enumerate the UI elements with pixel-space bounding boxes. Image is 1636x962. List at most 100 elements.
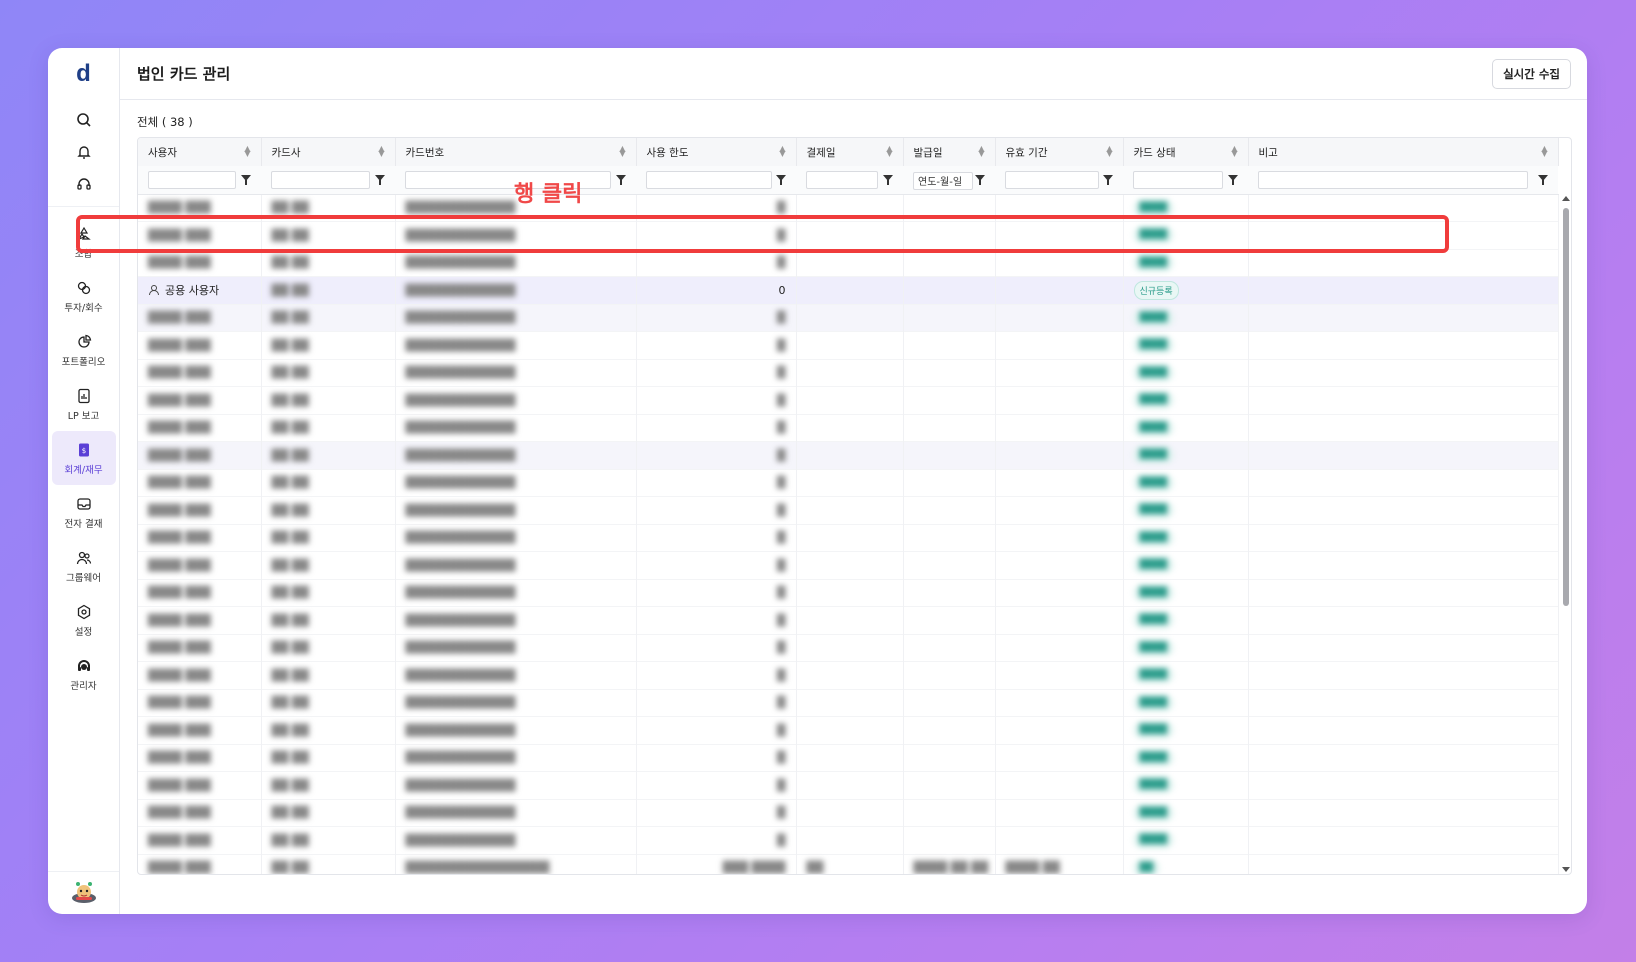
col-header-limit[interactable]: 사용 한도 ▲ ▼ (636, 138, 797, 166)
col-header-issue-date[interactable]: 발급일 ▲ ▼ (903, 138, 996, 166)
search-icon[interactable] (74, 110, 94, 130)
table-row-selected[interactable]: 공용 사용자 ██ ██ █████████████ 0 신규등록 (138, 276, 1559, 304)
table-row[interactable]: ████ ███ ██ ██ █████████████ █ ████ (138, 386, 1559, 414)
sidebar-item-approval[interactable]: 전자 결재 (52, 485, 116, 539)
realtime-collect-button[interactable]: 실시간 수집 (1492, 58, 1571, 89)
sort-icon[interactable]: ▲ ▼ (1541, 145, 1547, 158)
table-row[interactable]: ████ ███ ██ ██ █████████████ █ ████ (138, 304, 1559, 332)
sort-icon[interactable]: ▲ ▼ (978, 145, 984, 158)
col-header-note[interactable]: 비고 ▲ ▼ (1248, 138, 1559, 166)
sort-icon[interactable]: ▲ ▼ (1231, 145, 1237, 158)
filter-icon[interactable] (241, 175, 251, 185)
table-row[interactable]: ████ ███ ██ ██ █████████████ █ ████ (138, 249, 1559, 277)
sort-icon[interactable]: ▲ ▼ (1106, 145, 1112, 158)
filter-input-payment-day[interactable] (806, 170, 878, 189)
filter-date-input[interactable]: 연도-월-일 (913, 171, 973, 190)
sort-icon[interactable]: ▲ ▼ (779, 145, 785, 158)
sidebar-item-fund[interactable]: 조합 (52, 215, 116, 269)
filter-icon[interactable] (1103, 175, 1113, 185)
table-row[interactable]: ████ ███ ██ ██ █████████████ █ ████ (138, 469, 1559, 497)
table-row[interactable]: ████ ███ ██ ██ █████████████ █ ████ (138, 441, 1559, 469)
filter-icon[interactable] (375, 175, 385, 185)
page-title: 법인 카드 관리 (137, 65, 231, 83)
avatar[interactable] (70, 880, 98, 908)
table-row[interactable]: ████ ███ ██ ██ █████████████ █ ████ (138, 771, 1559, 799)
sidebar-item-label: 투자/회수 (64, 302, 103, 314)
headset-icon[interactable] (74, 174, 94, 194)
sort-icon[interactable]: ▲ ▼ (244, 145, 250, 158)
col-header-label: 유효 기간 (1005, 146, 1048, 159)
page-header: 법인 카드 관리 실시간 수집 (120, 48, 1587, 100)
sidebar-item-settings[interactable]: 설정 (52, 593, 116, 647)
divider (48, 871, 119, 872)
col-header-user[interactable]: 사용자 ▲ ▼ (138, 138, 262, 166)
filter-input-note[interactable] (1258, 170, 1528, 189)
table-row[interactable]: ████ ███ ██ ██ █████████████ █ ████ (138, 414, 1559, 442)
scroll-up-arrow[interactable] (1562, 196, 1570, 201)
date-placeholder: 연도-월-일 (918, 177, 963, 188)
table-row[interactable]: ████ ███ ██ ██ █████████████ █ ████ (138, 524, 1559, 552)
sidebar-item-admin[interactable]: 관리자 (52, 647, 116, 701)
col-header-label: 카드사 (271, 146, 301, 159)
coins-icon (75, 279, 93, 297)
sidebar-item-groupware[interactable]: 그룹웨어 (52, 539, 116, 593)
table-row[interactable]: ████ ███ ██ ██ █████████████ █ ████ (138, 221, 1559, 249)
table-body: ████ ███ ██ ██ █████████████ █ ████ ████ ███… (138, 194, 1559, 874)
table-row[interactable]: ████ ███ ██ ██ █████████████ █ ████ (138, 194, 1559, 222)
inbox-icon (75, 495, 93, 513)
users-icon (75, 549, 93, 567)
col-header-payment-day[interactable]: 결제일 ▲ ▼ (796, 138, 904, 166)
filter-input-validity[interactable] (1005, 170, 1099, 189)
scroll-down-arrow[interactable] (1562, 867, 1570, 872)
svg-text:$: $ (81, 447, 85, 455)
col-header-label: 결제일 (806, 146, 836, 159)
report-icon (75, 387, 93, 405)
col-header-card-company[interactable]: 카드사 ▲ ▼ (261, 138, 396, 166)
table-row[interactable]: ████ ███ ██ ██ █████████████ █ ████ (138, 551, 1559, 579)
filter-input-card-company[interactable] (271, 170, 370, 189)
sort-icon[interactable]: ▲ ▼ (619, 145, 625, 158)
filter-input-card-status[interactable] (1133, 170, 1223, 189)
filter-icon[interactable] (776, 175, 786, 185)
sort-icon[interactable]: ▲ ▼ (378, 145, 384, 158)
filter-icon[interactable] (1228, 175, 1238, 185)
sidebar-item-accounting[interactable]: $ 회계/재무 (51, 431, 116, 485)
sidebar-item-lp-report[interactable]: LP 보고 (52, 377, 116, 431)
filter-icon[interactable] (616, 175, 626, 185)
filter-icon[interactable] (1538, 175, 1548, 185)
sidebar-item-portfolio[interactable]: 포트폴리오 (52, 323, 116, 377)
filter-input-limit[interactable] (646, 170, 772, 189)
sort-icon[interactable]: ▲ ▼ (886, 145, 892, 158)
table-row[interactable]: ████ ███ ██ ██ █████████████████ ███ ████ ██… (138, 854, 1559, 874)
table-row[interactable]: ████ ███ ██ ██ █████████████ █ ████ (138, 579, 1559, 607)
sidebar-item-label: 회계/재무 (64, 464, 103, 476)
sidebar-utilities (48, 100, 119, 207)
table-row[interactable]: ████ ███ ██ ██ █████████████ █ ████ (138, 826, 1559, 854)
table-row[interactable]: ████ ███ ██ ██ █████████████ █ ████ (138, 606, 1559, 634)
sidebar-item-investment[interactable]: 투자/회수 (52, 269, 116, 323)
filter-icon[interactable] (975, 175, 985, 185)
table-row[interactable]: ████ ███ ██ ██ █████████████ █ ████ (138, 744, 1559, 772)
col-header-validity[interactable]: 유효 기간 ▲ ▼ (995, 138, 1124, 166)
col-header-label: 발급일 (913, 146, 943, 159)
table-row[interactable]: ████ ███ ██ ██ █████████████ █ ████ (138, 661, 1559, 689)
col-header-card-status[interactable]: 카드 상태 ▲ ▼ (1123, 138, 1249, 166)
table-row[interactable]: ████ ███ ██ ██ █████████████ █ ████ (138, 716, 1559, 744)
table-row[interactable]: ████ ███ ██ ██ █████████████ █ ████ (138, 496, 1559, 524)
col-header-label: 사용 한도 (646, 146, 689, 159)
app-logo[interactable]: d (76, 48, 91, 100)
table-row[interactable]: ████ ███ ██ ██ █████████████ █ ████ (138, 359, 1559, 387)
sidebar: d 조합 투자/회수 포트폴리오 LP 보고 $ 회계/재무 전자 결재 그룹웨… (48, 48, 120, 914)
vertical-scrollbar[interactable] (1562, 194, 1570, 872)
filter-icon[interactable] (883, 175, 893, 185)
scrollbar-thumb[interactable] (1563, 208, 1569, 606)
table-row[interactable]: ████ ███ ██ ██ █████████████ █ ████ (138, 689, 1559, 717)
table-row[interactable]: ████ ███ ██ ██ █████████████ █ ████ (138, 634, 1559, 662)
sidebar-item-label: 관리자 (70, 680, 97, 692)
col-header-card-number[interactable]: 카드번호 ▲ ▼ (395, 138, 637, 166)
table-row[interactable]: ████ ███ ██ ██ █████████████ █ ████ (138, 799, 1559, 827)
bell-icon[interactable] (74, 142, 94, 162)
table-row[interactable]: ████ ███ ██ ██ █████████████ █ ████ (138, 331, 1559, 359)
pie-chart-icon (75, 333, 93, 351)
filter-input-user[interactable] (148, 170, 236, 189)
